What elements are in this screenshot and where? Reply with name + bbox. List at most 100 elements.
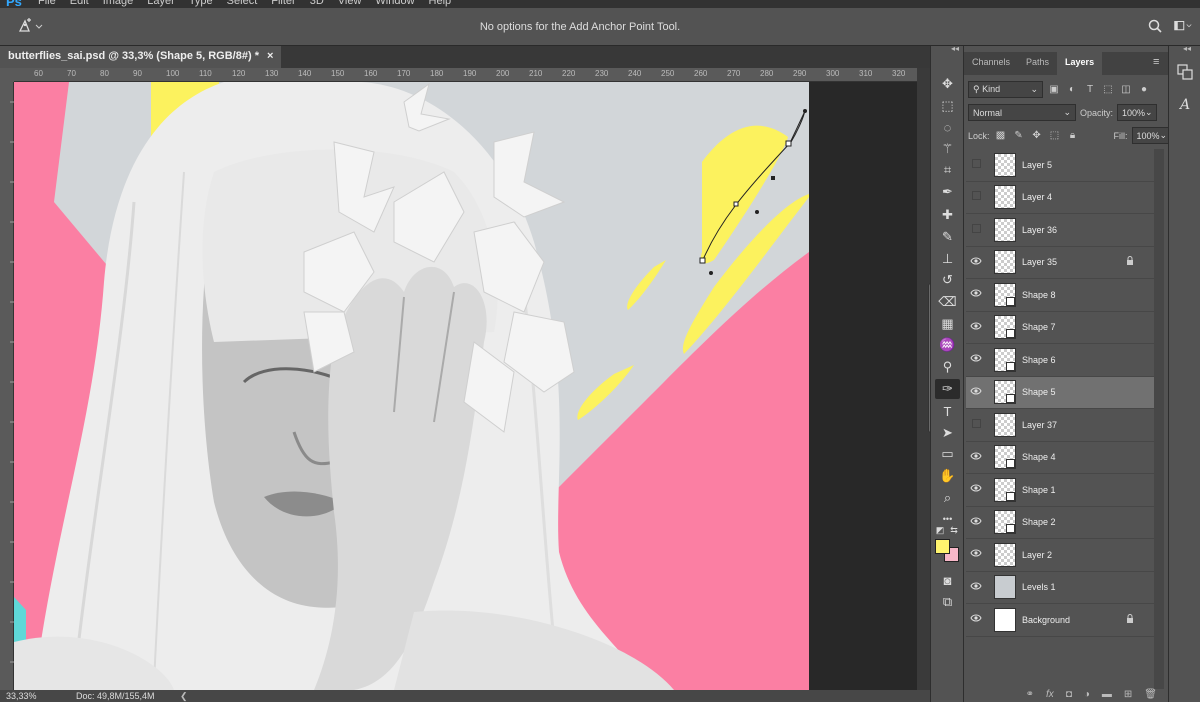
hand-icon[interactable]: ✋ [935,466,960,486]
horizontal-ruler[interactable]: 60 70 80 90 100 110 120 130 140 150 160 170 180 190 20… [14,68,917,82]
path-selection-icon[interactable]: ➤ [935,423,960,443]
blur-icon[interactable]: ♒ [935,335,960,355]
pen-icon[interactable]: ✑ [935,379,960,399]
canvas-area[interactable] [14,82,917,690]
fx-icon[interactable]: fx [1046,689,1054,700]
gradient-icon[interactable]: ▦ [935,314,960,334]
layer-name[interactable]: Shape 1 [1022,485,1154,495]
layer-thumbnail[interactable] [994,542,1016,567]
layer-row[interactable]: Layer 36 [966,214,1154,247]
status-arrow-icon[interactable]: ❮ [180,691,188,702]
visibility-toggle-empty[interactable] [966,418,986,431]
menu-item-layer[interactable]: Layer [147,0,175,7]
menu-item-type[interactable]: Type [189,0,213,7]
layer-thumbnail[interactable] [994,152,1016,177]
vertical-scrollbar[interactable] [917,68,935,690]
lock-transparency-icon[interactable]: ▩ [994,129,1008,143]
tab-channels[interactable]: Channels [964,52,1018,75]
trash-icon[interactable]: 🗑︎ [1144,689,1157,700]
blend-mode-select[interactable]: Normal ⌄ [968,104,1076,121]
lock-artboard-icon[interactable]: ⬚ [1048,129,1062,143]
adjustment-icon[interactable]: ◑ [1084,689,1090,700]
layer-row[interactable]: Layer 35 [966,247,1154,279]
menu-item-window[interactable]: Window [375,0,414,7]
eye-icon[interactable] [966,614,986,625]
layer-row[interactable]: Layer 5 [966,149,1154,182]
layer-thumbnail[interactable] [994,477,1016,502]
layer-row[interactable]: Shape 1 [966,474,1154,507]
layer-name[interactable]: Layer 35 [1022,257,1126,267]
screen-mode-icon[interactable]: ⧉ [935,592,960,612]
layer-thumbnail[interactable] [994,380,1016,405]
layer-thumbnail[interactable] [994,575,1016,600]
zoom-icon[interactable]: ⌕ [935,488,960,508]
eye-icon[interactable] [966,517,986,528]
default-colors-icon[interactable]: ◩ [933,520,947,540]
filter-adjustment-icon[interactable]: ◐ [1065,83,1079,97]
layer-name[interactable]: Shape 4 [1022,452,1154,462]
layer-name[interactable]: Shape 7 [1022,322,1154,332]
expand-panels-icon[interactable]: ◂◂ [1183,44,1191,53]
layer-thumbnail[interactable] [994,412,1016,437]
search-icon[interactable] [1146,17,1164,35]
layer-name[interactable]: Shape 8 [1022,290,1154,300]
foreground-color-swatch[interactable] [935,539,950,554]
eye-icon[interactable] [966,322,986,333]
menu-item-file[interactable]: File [38,0,56,7]
marquee-icon[interactable]: ⬚ [935,96,960,116]
layer-row[interactable]: Shape 2 [966,507,1154,539]
layer-row[interactable]: Layer 4 [966,182,1154,214]
eye-icon[interactable] [966,582,986,593]
layer-row[interactable]: Shape 6 [966,344,1154,377]
layer-thumbnail[interactable] [994,347,1016,372]
quick-mask-icon[interactable]: ◙ [935,570,960,590]
new-layer-icon[interactable]: ⊞ [1124,689,1132,700]
menu-item-edit[interactable]: Edit [70,0,89,7]
layer-filter-select[interactable]: ⚲ Kind ⌄ [968,81,1043,98]
eye-icon[interactable] [966,387,986,398]
eye-icon[interactable] [966,452,986,463]
layer-name[interactable]: Layer 2 [1022,550,1154,560]
layer-thumbnail[interactable] [994,445,1016,470]
lock-position-icon[interactable]: ✥ [1030,129,1044,143]
visibility-toggle-empty[interactable] [966,191,986,203]
layer-name[interactable]: Shape 6 [1022,355,1154,365]
clone-stamp-icon[interactable]: ⊥ [935,249,960,269]
artwork-canvas[interactable] [14,82,809,690]
character-icon[interactable]: A [1176,96,1194,114]
layers-scrollbar[interactable] [1154,149,1164,689]
healing-brush-icon[interactable]: ✚ [935,205,960,225]
magic-wand-icon[interactable]: ⚚ [935,139,960,159]
panel-menu-icon[interactable]: ≡ [1153,56,1159,68]
type-icon[interactable]: T [935,401,960,421]
eraser-icon[interactable]: ⌫ [935,292,960,312]
layer-row[interactable]: Levels 1 [966,572,1154,604]
filter-smart-object-icon[interactable]: ◫ [1119,83,1133,97]
layer-row[interactable]: Shape 5 [966,376,1154,409]
vertical-ruler[interactable] [0,82,14,690]
layer-thumbnail[interactable] [994,185,1016,210]
menu-item-filter[interactable]: Filter [271,0,295,7]
eye-icon[interactable] [966,257,986,268]
layer-row[interactable]: Layer 2 [966,539,1154,572]
group-icon[interactable]: ▬ [1102,689,1112,700]
layer-thumbnail[interactable] [994,510,1016,535]
layer-thumbnail[interactable] [994,282,1016,307]
layer-name[interactable]: Layer 37 [1022,420,1154,430]
layer-row[interactable]: Shape 7 [966,312,1154,344]
filter-toggle-icon[interactable]: ● [1137,83,1151,97]
lock-pixels-icon[interactable]: ✎ [1012,129,1026,143]
layer-name[interactable]: Shape 5 [1022,387,1154,397]
visibility-toggle-empty[interactable] [966,223,986,236]
layer-name[interactable]: Layer 4 [1022,192,1154,202]
menu-item-select[interactable]: Select [227,0,258,7]
layer-name[interactable]: Levels 1 [1022,582,1154,592]
layer-row[interactable]: Layer 37 [966,409,1154,442]
lasso-icon[interactable]: ◌ [935,117,960,137]
layer-row[interactable]: Background [966,604,1154,637]
filter-shape-icon[interactable]: ⬚ [1101,83,1115,97]
filter-pixel-icon[interactable]: ▣ [1047,83,1061,97]
mask-icon[interactable]: ◘ [1066,689,1072,700]
collapse-toolbar-icon[interactable]: ◂◂ [951,44,959,53]
rectangle-icon[interactable]: ▭ [935,444,960,464]
